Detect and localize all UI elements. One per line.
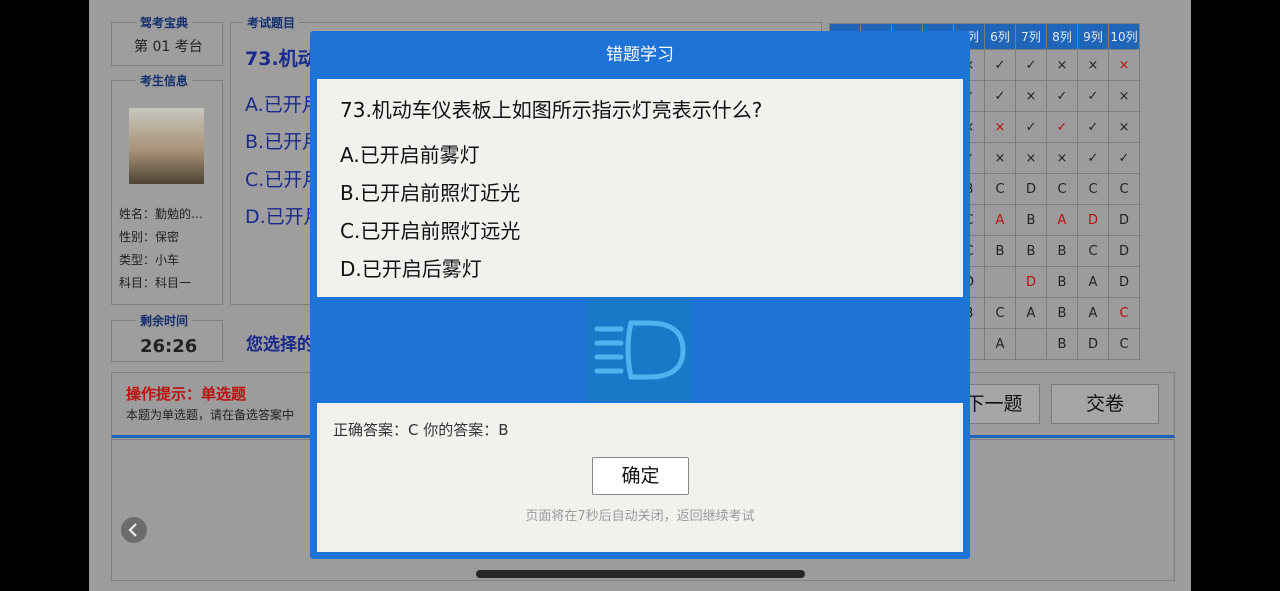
auto-close-hint: 页面将在7秒后自动关闭，返回继续考试 (525, 509, 755, 524)
wrong-question-modal: 错题学习 73.机动车仪表板上如图所示指示灯亮表示什么? A.已开启前雾灯 B.… (310, 31, 970, 559)
home-indicator[interactable] (476, 570, 805, 578)
high-beam-headlight-icon (594, 320, 686, 380)
modal-question-text: 73.机动车仪表板上如图所示指示灯亮表示什么? (340, 98, 763, 122)
modal-answer-panel: 正确答案：C 你的答案：B 确定 页面将在7秒后自动关闭，返回继续考试 (317, 403, 963, 552)
modal-option-c: C.已开启前照灯远光 (340, 219, 521, 243)
modal-question-panel: 73.机动车仪表板上如图所示指示灯亮表示什么? A.已开启前雾灯 B.已开启前照… (317, 79, 963, 297)
modal-option-b: B.已开启前照灯近光 (340, 181, 521, 205)
indicator-image (587, 297, 692, 402)
modal-title: 错题学习 (606, 45, 674, 65)
modal-option-a: A.已开启前雾灯 (340, 143, 480, 167)
confirm-button[interactable]: 确定 (592, 457, 689, 495)
answer-summary: 正确答案：C 你的答案：B (333, 421, 509, 439)
modal-overlay: 错题学习 73.机动车仪表板上如图所示指示灯亮表示什么? A.已开启前雾灯 B.… (0, 0, 1280, 591)
modal-option-d: D.已开启后雾灯 (340, 257, 482, 281)
